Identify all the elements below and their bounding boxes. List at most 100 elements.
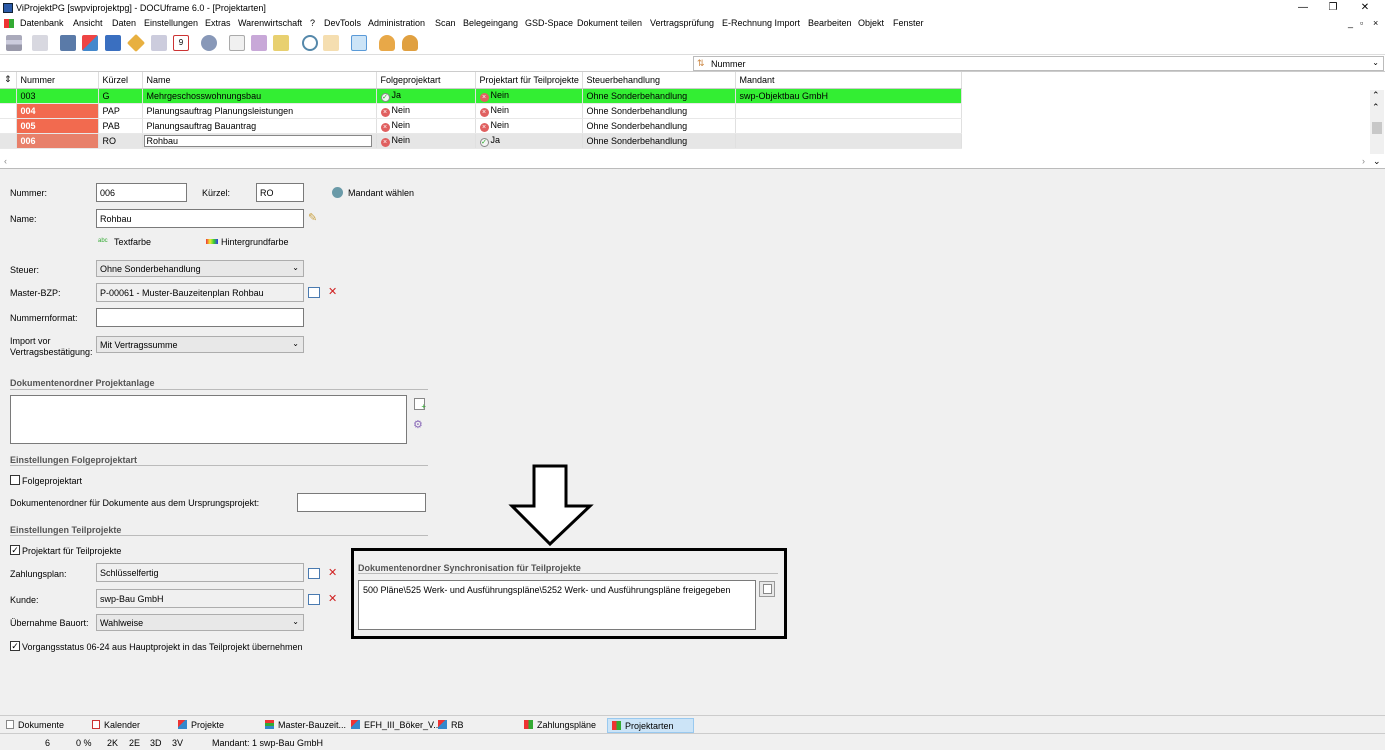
projektart-teilprojekte-checkbox[interactable]: ✓ <box>10 545 20 555</box>
add-folder-icon[interactable]: + <box>414 398 426 411</box>
vorgangsstatus-checkbox[interactable]: ✓ <box>10 641 20 651</box>
column-header-mandant[interactable]: Mandant <box>735 72 962 89</box>
book-icon[interactable] <box>105 35 121 51</box>
mail-icon[interactable] <box>251 35 267 51</box>
bauort-select[interactable]: Wahlweise ⌄ <box>96 614 304 631</box>
nummernformat-input[interactable] <box>96 308 304 327</box>
scroll-top-icon[interactable]: ⌃ <box>1372 90 1380 101</box>
mail-export-icon[interactable] <box>273 35 289 51</box>
menu-warenwirtschaft[interactable]: Warenwirtschaft <box>238 18 302 28</box>
sync-folder-item[interactable]: 500 Pläne\525 Werk- und Ausführungspläne… <box>363 585 730 595</box>
search-icon[interactable] <box>302 35 318 51</box>
mdi-close-button[interactable]: × <box>1373 18 1378 28</box>
menu-ansicht[interactable]: Ansicht <box>73 18 103 28</box>
browse-icon[interactable] <box>308 568 320 579</box>
kuerzel-input[interactable]: RO <box>256 183 304 202</box>
column-header-projektart-teilprojekte[interactable]: Projektart für Teilprojekte <box>475 72 583 89</box>
menu-devtools[interactable]: DevTools <box>324 18 361 28</box>
browse-icon[interactable] <box>308 594 320 605</box>
column-header-kuerzel[interactable]: Kürzel <box>98 72 143 89</box>
tab-projekte[interactable]: Projekte <box>174 718 228 733</box>
menu-vertragspruefung[interactable]: Vertragsprüfung <box>650 18 714 28</box>
menu-administration[interactable]: Administration <box>368 18 425 28</box>
table-row[interactable]: 006 RO Rohbau × Nein ✓ Ja Ohne Sonderbehandlung <box>0 133 962 149</box>
new-document-icon[interactable] <box>229 35 245 51</box>
close-button[interactable]: ✕ <box>1350 0 1380 16</box>
menu-fenster[interactable]: Fenster <box>893 18 924 28</box>
print-icon[interactable] <box>32 35 48 51</box>
users-settings-icon[interactable] <box>402 35 418 51</box>
menu-gsd-space[interactable]: GSD-Space <box>525 18 573 28</box>
masterbzp-input[interactable]: P-00061 - Muster-Bauzeitenplan Rohbau <box>96 283 304 302</box>
horizontal-scroll-right-icon[interactable]: › <box>1362 156 1365 166</box>
import-select[interactable]: Mit Vertragssumme ⌄ <box>96 336 304 353</box>
menu-e-rechnung-import[interactable]: E-Rechnung Import <box>722 18 800 28</box>
copy-icon[interactable] <box>151 35 167 51</box>
sort-field-select[interactable]: ⇅ Nummer ⌄ <box>693 56 1384 71</box>
name-input[interactable]: Rohbau <box>96 209 304 228</box>
table-row[interactable]: 004 PAP Planungsauftrag Planungsleistungen… <box>0 103 962 119</box>
task-icon[interactable] <box>82 35 98 51</box>
horizontal-scroll-left-icon[interactable]: ‹ <box>4 156 7 166</box>
phone-icon[interactable] <box>201 35 217 51</box>
column-header-nummer[interactable]: Nummer <box>16 72 99 89</box>
clear-icon[interactable]: ✕ <box>328 285 337 298</box>
database-icon[interactable] <box>6 35 22 51</box>
restore-button[interactable]: ❐ <box>1318 0 1348 16</box>
tab-projektarten[interactable]: Projektarten <box>607 718 694 733</box>
scroll-up-icon[interactable]: ⌃ <box>1372 102 1380 113</box>
column-header-name[interactable]: Name <box>142 72 377 89</box>
column-header-steuerbehandlung[interactable]: Steuerbehandlung <box>582 72 736 89</box>
tab-kalender[interactable]: Kalender <box>88 718 144 733</box>
clear-icon[interactable]: ✕ <box>328 566 337 579</box>
clear-icon[interactable]: ✕ <box>328 592 337 605</box>
minimize-button[interactable]: — <box>1288 0 1318 16</box>
menu-daten[interactable]: Daten <box>112 18 136 28</box>
folder-icon[interactable] <box>323 35 339 51</box>
menu-scan[interactable]: Scan <box>435 18 456 28</box>
dokordner-ursprung-input[interactable] <box>297 493 426 512</box>
tag-icon[interactable] <box>126 33 146 53</box>
users-icon[interactable] <box>379 35 395 51</box>
vertical-scrollbar[interactable]: ⌃ ⌃ <box>1370 90 1384 154</box>
row-selector[interactable] <box>0 133 17 149</box>
menu-bearbeiten[interactable]: Bearbeiten <box>808 18 852 28</box>
mdi-restore-button[interactable]: ▫ <box>1360 18 1363 28</box>
menu-dokument-teilen[interactable]: Dokument teilen <box>577 18 642 28</box>
row-selector-header[interactable]: ⇕ <box>0 72 17 89</box>
sync-folder-list[interactable]: 500 Pläne\525 Werk- und Ausführungspläne… <box>358 580 756 630</box>
tab-master-bauzeitenplan[interactable]: Master-Bauzeit... <box>261 718 350 733</box>
tab-efh-boeker[interactable]: EFH_III_Böker_V... <box>347 718 445 733</box>
scroll-bottom-icon[interactable]: ⌄ <box>1373 156 1381 167</box>
row-selector[interactable] <box>0 103 17 119</box>
tab-dokumente[interactable]: Dokumente <box>2 718 68 733</box>
menu-help[interactable]: ? <box>310 18 315 28</box>
table-row[interactable]: 005 PAB Planungsauftrag Bauantrag × Nein × Nei… <box>0 118 962 134</box>
layout-view-icon[interactable] <box>351 35 367 51</box>
dokumentenordner-list[interactable] <box>10 395 407 444</box>
steuer-select[interactable]: Ohne Sonderbehandlung ⌄ <box>96 260 304 277</box>
column-header-folgeprojektart[interactable]: Folgeprojektart <box>376 72 476 89</box>
menu-datenbank[interactable]: Datenbank <box>20 18 64 28</box>
table-row[interactable]: 003 G Mehrgeschosswohnungsbau ✓ Ja × Nein Ohne … <box>0 88 962 104</box>
menu-einstellungen[interactable]: Einstellungen <box>144 18 198 28</box>
cell-name-editor[interactable]: Rohbau <box>143 134 372 147</box>
add-sync-folder-button[interactable] <box>759 581 775 597</box>
contact-card-icon[interactable] <box>60 35 76 51</box>
tab-zahlungsplaene[interactable]: Zahlungspläne <box>520 718 600 733</box>
pencil-icon[interactable]: ✎ <box>308 211 317 224</box>
menu-extras[interactable]: Extras <box>205 18 231 28</box>
zahlungsplan-input[interactable]: Schlüsselfertig <box>96 563 304 582</box>
settings-gear-icon[interactable]: ⚙ <box>413 418 423 431</box>
scroll-thumb[interactable] <box>1372 122 1382 134</box>
kunde-input[interactable]: swp-Bau GmbH <box>96 589 304 608</box>
folgeprojektart-checkbox[interactable] <box>10 475 20 485</box>
menu-belegeingang[interactable]: Belegeingang <box>463 18 518 28</box>
tab-rb[interactable]: RB <box>434 718 468 733</box>
row-selector[interactable] <box>0 118 17 134</box>
calendar-icon[interactable]: 9 <box>173 35 189 51</box>
browse-icon[interactable] <box>308 287 320 298</box>
nummer-input[interactable]: 006 <box>96 183 187 202</box>
row-selector[interactable] <box>0 88 17 104</box>
mdi-minimize-button[interactable]: _ <box>1348 18 1353 28</box>
